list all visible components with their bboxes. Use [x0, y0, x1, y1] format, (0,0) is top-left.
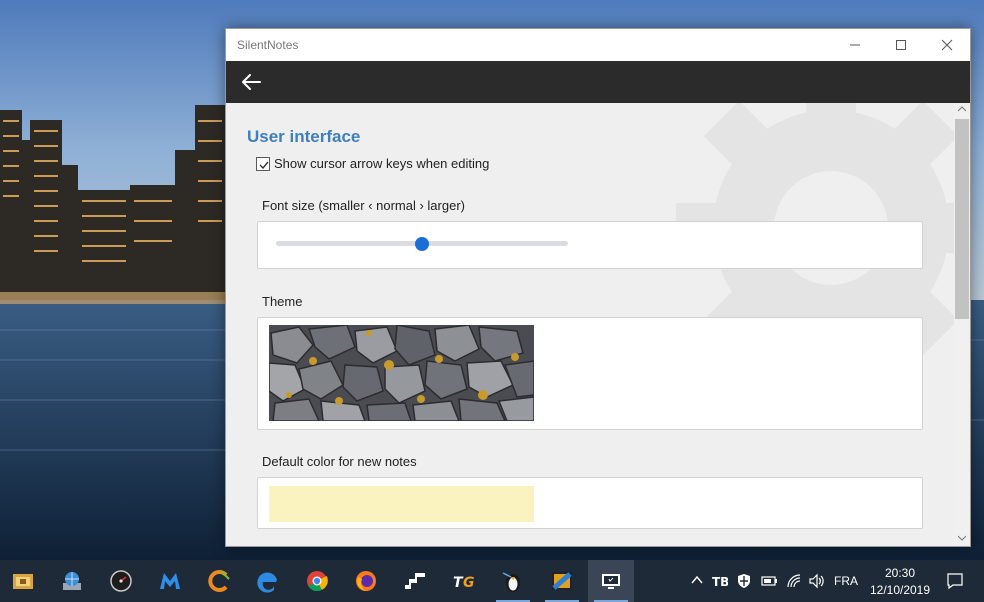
theme-panel	[257, 317, 923, 430]
volume-icon[interactable]	[808, 573, 826, 589]
theme-label: Theme	[262, 294, 303, 309]
cursor-keys-checkbox[interactable]	[256, 157, 270, 171]
taskbar-app-penguin[interactable]	[490, 560, 536, 602]
tg-app-icon: TG	[453, 575, 475, 591]
note-color-panel	[257, 477, 923, 529]
language-indicator[interactable]: FRA	[834, 574, 858, 588]
speedometer-icon	[110, 570, 132, 592]
notifications-icon[interactable]	[946, 572, 964, 590]
taskbar-app-tg[interactable]: TG	[441, 560, 487, 602]
maximize-button[interactable]	[878, 29, 924, 61]
cursor-keys-label[interactable]: Show cursor arrow keys when editing	[274, 156, 489, 171]
font-size-label: Font size (smaller ‹ normal › larger)	[262, 198, 465, 213]
firefox-icon	[356, 571, 376, 591]
font-size-panel	[257, 221, 923, 269]
close-icon	[941, 39, 953, 51]
minimize-icon	[850, 44, 860, 46]
back-button[interactable]	[234, 65, 268, 99]
scroll-thumb[interactable]	[955, 119, 969, 319]
taskbar-app-silentnotes[interactable]	[588, 560, 634, 602]
taskbar-app-edge[interactable]	[245, 560, 291, 602]
font-size-slider[interactable]	[276, 236, 568, 251]
taskbar-app-speedometer[interactable]	[98, 560, 144, 602]
silentnotes-icon	[602, 574, 620, 589]
edge-icon	[257, 572, 277, 593]
section-title: User interface	[247, 127, 361, 146]
battery-icon[interactable]	[760, 573, 778, 589]
slider-thumb[interactable]	[415, 236, 429, 251]
tb-tray-icon[interactable]: TB	[712, 573, 728, 589]
taskbar-app-stairs[interactable]	[392, 560, 438, 602]
checkmark-icon	[259, 161, 269, 170]
file-manager-icon	[13, 574, 33, 589]
chrome-icon	[307, 571, 328, 592]
minimize-button[interactable]	[832, 29, 878, 61]
clock-date[interactable]: 12/10/2019	[864, 583, 936, 597]
close-button[interactable]	[924, 29, 970, 61]
maximize-icon	[896, 40, 906, 50]
scroll-up-icon[interactable]	[958, 106, 966, 112]
taskbar-app-malwarebytes[interactable]	[147, 560, 193, 602]
taskbar-app-network-globe[interactable]	[49, 560, 95, 602]
note-color-label: Default color for new notes	[262, 454, 417, 469]
taskbar-app-video-editor[interactable]	[539, 560, 585, 602]
wifi-icon[interactable]	[786, 573, 802, 589]
scroll-down-icon[interactable]	[958, 535, 966, 541]
theme-preview-image[interactable]	[269, 325, 534, 421]
stairs-app-icon	[405, 573, 425, 589]
show-hidden-icons-icon[interactable]	[690, 573, 704, 587]
network-globe-icon	[63, 572, 81, 590]
taskbar-app-ccleaner[interactable]	[196, 560, 242, 602]
penguin-app-icon	[502, 572, 520, 592]
vertical-scrollbar[interactable]	[954, 103, 970, 546]
svg-text:G: G	[463, 575, 475, 591]
taskbar: TG TB FRA 20:30 12/10/2019	[0, 560, 984, 602]
taskbar-app-chrome[interactable]	[294, 560, 340, 602]
slider-fill	[276, 241, 422, 246]
app-toolbar	[226, 61, 970, 103]
stone-texture-image	[269, 325, 534, 421]
window-title: SilentNotes	[237, 38, 299, 52]
taskbar-app-file-manager[interactable]	[0, 560, 46, 602]
malwarebytes-icon	[160, 573, 180, 589]
svg-text:TB: TB	[712, 575, 728, 589]
taskbar-app-firefox[interactable]	[343, 560, 389, 602]
note-color-swatch[interactable]	[269, 486, 534, 522]
back-arrow-icon	[242, 74, 261, 90]
video-editor-icon	[552, 572, 572, 590]
silentnotes-window: SilentNotes User interface Show cursor a…	[225, 28, 971, 547]
clock-time[interactable]: 20:30	[872, 566, 928, 580]
security-shield-icon[interactable]	[736, 573, 752, 589]
settings-content: User interface Show cursor arrow keys wh…	[226, 103, 954, 546]
ccleaner-icon	[208, 570, 230, 592]
title-bar[interactable]: SilentNotes	[226, 29, 970, 61]
